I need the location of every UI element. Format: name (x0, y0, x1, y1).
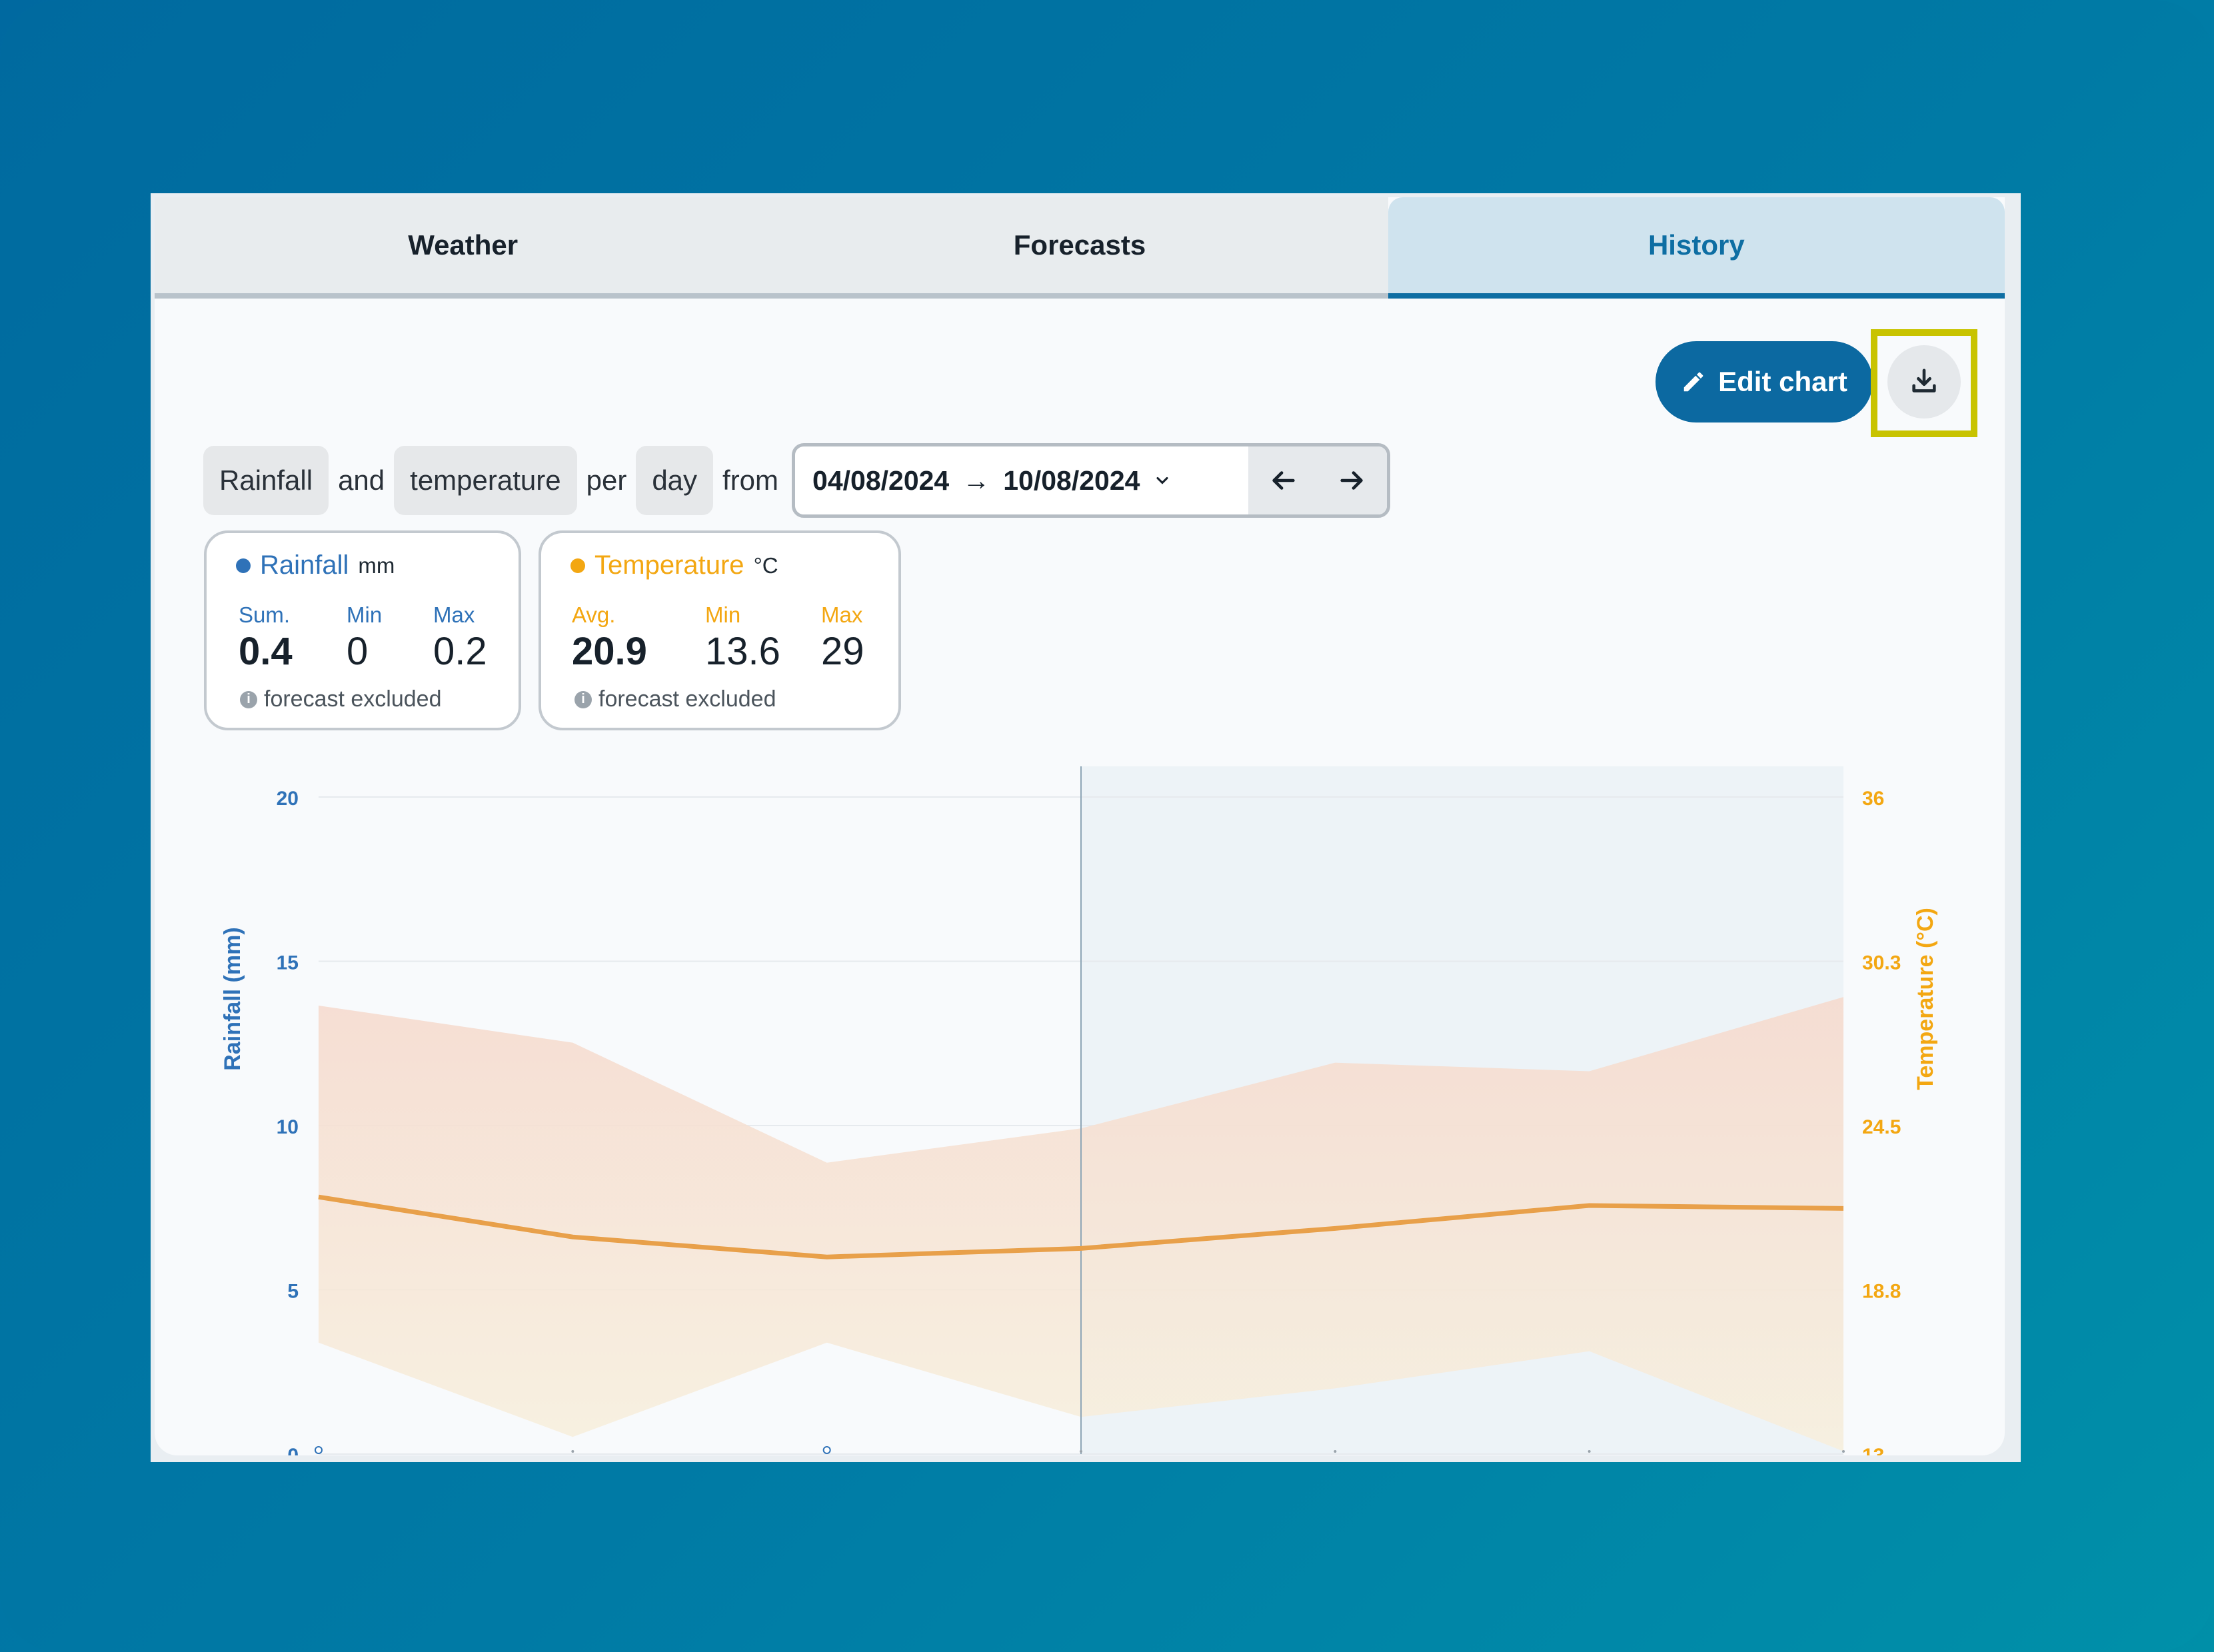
rainfall-marker (1334, 1450, 1337, 1453)
right-tick-label: 24.5 (1862, 1116, 1901, 1138)
left-tick-label: 15 (277, 952, 299, 974)
rainfall-marker (1080, 1450, 1082, 1453)
right-tick-label: 36 (1862, 788, 1884, 810)
left-tick-label: 20 (277, 788, 299, 810)
left-tick-label: 5 (287, 1281, 299, 1303)
history-chart: 0 5 10 15 20 13 18.8 24.5 30.3 36 Rainfall (mm) Tem… (220, 766, 1938, 1455)
right-tick-label: 30.3 (1862, 952, 1901, 974)
right-tick-label: 18.8 (1862, 1281, 1901, 1303)
rainfall-marker (1588, 1450, 1591, 1453)
left-axis-title: Rainfall (mm) (220, 927, 245, 1070)
rainfall-marker (571, 1450, 574, 1453)
rainfall-marker (1842, 1450, 1845, 1453)
app-window: Weather Forecasts History Edit chart Rai… (151, 193, 2021, 1462)
left-tick-label: 0 (287, 1445, 299, 1455)
right-tick-label: 13 (1862, 1445, 1884, 1455)
rainfall-marker (315, 1446, 323, 1454)
left-tick-label: 10 (277, 1116, 299, 1138)
history-panel: Weather Forecasts History Edit chart Rai… (155, 197, 2005, 1455)
right-axis-title: Temperature (°C) (1913, 908, 1938, 1090)
rainfall-marker (822, 1446, 831, 1454)
